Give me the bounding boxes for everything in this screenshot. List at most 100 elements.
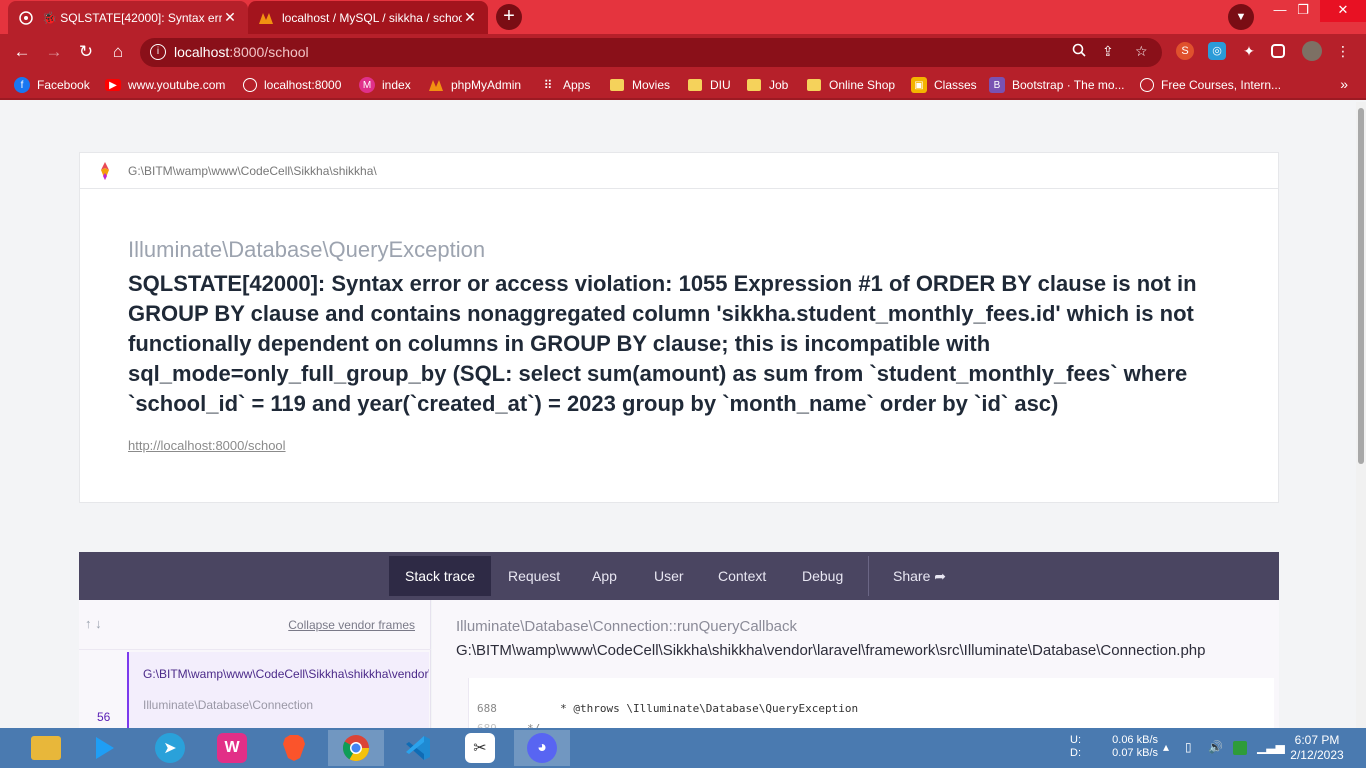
snipping-tool-icon[interactable]: ✂: [452, 730, 508, 766]
bookmark-label: index: [382, 78, 411, 92]
close-window-icon[interactable]: ✕: [1320, 0, 1366, 22]
windows-taskbar: ➤ W ✂ ◕ U: D: 0.06 kB/s 0.07 kB/s ▴ ▯ 🔊 ▁▃…: [0, 728, 1366, 768]
tab-user[interactable]: User: [638, 556, 700, 596]
tab-title: localhost / MySQL / sikkha / school: [282, 10, 462, 25]
chrome-icon[interactable]: [328, 730, 384, 766]
brave-browser-icon[interactable]: [266, 730, 322, 766]
reload-icon[interactable]: ↻: [74, 40, 98, 64]
tab-context[interactable]: Context: [702, 556, 782, 596]
media-player-icon[interactable]: [76, 730, 132, 766]
bookmark-phpmyadmin[interactable]: phpMyAdmin: [428, 76, 521, 94]
kebab-menu-icon[interactable]: ⋮: [1334, 42, 1352, 60]
search-icon[interactable]: [1072, 43, 1086, 60]
info-icon[interactable]: i: [150, 44, 166, 60]
page-scrollbar[interactable]: [1356, 102, 1366, 728]
extension-camera-icon[interactable]: ◎: [1208, 42, 1226, 60]
frame-number: 56: [97, 710, 111, 724]
battery-icon[interactable]: ▯: [1185, 740, 1192, 754]
share-icon[interactable]: ⇪: [1102, 43, 1114, 60]
frame-file-path: G:\BITM\wamp\www\CodeCell\Sikkha\shikkha…: [143, 667, 429, 681]
home-icon[interactable]: ⌂: [106, 40, 130, 64]
bookmark-label: DIU: [710, 78, 731, 92]
tab-title: 🐞 SQLSTATE[42000]: Syntax error or: [42, 10, 222, 25]
tab-stack-trace[interactable]: Stack trace: [389, 556, 492, 596]
youtube-icon: ▶: [105, 79, 121, 91]
close-tab-icon[interactable]: ✕: [222, 9, 238, 26]
wampserver-icon[interactable]: W: [204, 730, 260, 766]
chevron-up-icon[interactable]: ▴: [1163, 740, 1169, 754]
collapse-vendor-frames-link[interactable]: Collapse vendor frames: [288, 618, 415, 632]
bookmark-label: Online Shop: [829, 78, 896, 92]
code-snippet: 688 * @throws \Illuminate\Database\Query…: [468, 678, 1274, 728]
globe-icon: [243, 78, 257, 92]
frame-method: Illuminate\Database\Connection::runQuery…: [456, 618, 798, 635]
url-text[interactable]: localhost:8000/school: [174, 44, 309, 60]
bookmark-label: Job: [769, 78, 789, 92]
ignition-logo-icon: [101, 162, 109, 180]
puzzle-icon[interactable]: ✦: [1240, 42, 1258, 60]
extension-s-icon[interactable]: S: [1176, 42, 1194, 60]
bookmark-classes[interactable]: ▣ Classes: [911, 76, 977, 94]
bookmark-youtube[interactable]: ▶ www.youtube.com: [105, 76, 225, 94]
code-line: * @throws \Illuminate\Database\QueryExce…: [527, 702, 859, 715]
share-label: Share: [893, 568, 931, 584]
scrollbar-thumb[interactable]: [1358, 108, 1364, 464]
star-icon[interactable]: ☆: [1135, 43, 1148, 60]
exception-card: G:\BITM\wamp\www\CodeCell\Sikkha\shikkha…: [79, 152, 1279, 503]
share-button[interactable]: Share ➦: [877, 556, 962, 596]
bookmark-free-courses[interactable]: Free Courses, Intern...: [1140, 76, 1281, 94]
exception-message: SQLSTATE[42000]: Syntax error or access …: [128, 271, 1197, 416]
bookmark-folder-job[interactable]: Job: [747, 76, 788, 94]
bookmark-folder-movies[interactable]: Movies: [610, 76, 670, 94]
bookmark-apps[interactable]: ⠿ Apps: [540, 76, 591, 94]
frames-header: ↑ ↓ Collapse vendor frames: [79, 600, 431, 650]
network-speed-labels: U: D:: [1070, 734, 1081, 759]
tab-strip: 🐞 SQLSTATE[42000]: Syntax error or ✕ loc…: [0, 0, 1366, 34]
clock[interactable]: 6:07 PM 2/12/2023: [1288, 733, 1346, 763]
chevron-right-icon[interactable]: »: [1340, 76, 1348, 92]
bookmark-label: localhost:8000: [264, 78, 342, 92]
close-tab-icon[interactable]: ✕: [462, 9, 478, 26]
frame-nav-arrows-icon[interactable]: ↑ ↓: [85, 616, 102, 631]
project-path: G:\BITM\wamp\www\CodeCell\Sikkha\shikkha…: [128, 164, 377, 178]
chevron-down-icon[interactable]: ▼: [1228, 4, 1254, 30]
back-arrow-icon[interactable]: ←: [10, 40, 34, 64]
tab-error-page[interactable]: 🐞 SQLSTATE[42000]: Syntax error or ✕: [8, 1, 248, 34]
bookmark-bootstrap[interactable]: B Bootstrap · The mo...: [989, 76, 1125, 94]
bookmark-facebook[interactable]: f Facebook: [14, 76, 90, 94]
globe-icon: [18, 10, 34, 26]
tab-app[interactable]: App: [576, 556, 633, 596]
facebook-icon: f: [14, 77, 30, 93]
folder-icon: [747, 79, 761, 91]
bookmark-label: phpMyAdmin: [451, 78, 522, 92]
globe-icon: [1140, 78, 1154, 92]
frame-class: Illuminate\Database\Connection: [143, 698, 314, 712]
stack-frame-selected[interactable]: G:\BITM\wamp\www\CodeCell\Sikkha\shikkha…: [127, 652, 429, 728]
avatar[interactable]: [1302, 41, 1322, 61]
discord-icon[interactable]: ◕: [514, 730, 570, 766]
vscode-icon[interactable]: [390, 730, 446, 766]
forward-arrow-icon[interactable]: →: [42, 40, 66, 64]
speaker-icon[interactable]: 🔊: [1208, 740, 1223, 754]
wamp-tray-icon[interactable]: [1233, 741, 1247, 755]
bookmark-localhost[interactable]: localhost:8000: [243, 76, 341, 94]
bookmark-folder-diu[interactable]: DIU: [688, 76, 731, 94]
bookmark-folder-online-shop[interactable]: Online Shop: [807, 76, 895, 94]
stack-frames-panel: ↑ ↓ Collapse vendor frames G:\BITM\wamp\…: [79, 600, 431, 728]
url-host: localhost: [174, 44, 230, 60]
bookmark-label: www.youtube.com: [128, 78, 226, 92]
new-tab-button[interactable]: +: [496, 4, 522, 30]
side-panel-icon[interactable]: [1271, 44, 1285, 58]
address-bar[interactable]: i localhost:8000/school ⇪ ☆: [140, 38, 1162, 67]
bookmark-index[interactable]: Mindex: [359, 76, 411, 94]
tab-phpmyadmin[interactable]: localhost / MySQL / sikkha / school ✕: [248, 1, 488, 34]
tab-debug[interactable]: Debug: [786, 556, 859, 596]
telegram-icon[interactable]: ➤: [142, 730, 198, 766]
request-url-link[interactable]: http://localhost:8000/school: [128, 438, 286, 453]
bookmark-label: Apps: [563, 78, 591, 92]
wifi-signal-icon[interactable]: ▁▃▅: [1257, 740, 1285, 754]
file-explorer-icon[interactable]: [18, 730, 74, 766]
tab-request[interactable]: Request: [492, 556, 576, 596]
line-number: 688: [477, 702, 497, 715]
share-arrow-icon: ➦: [934, 568, 946, 584]
